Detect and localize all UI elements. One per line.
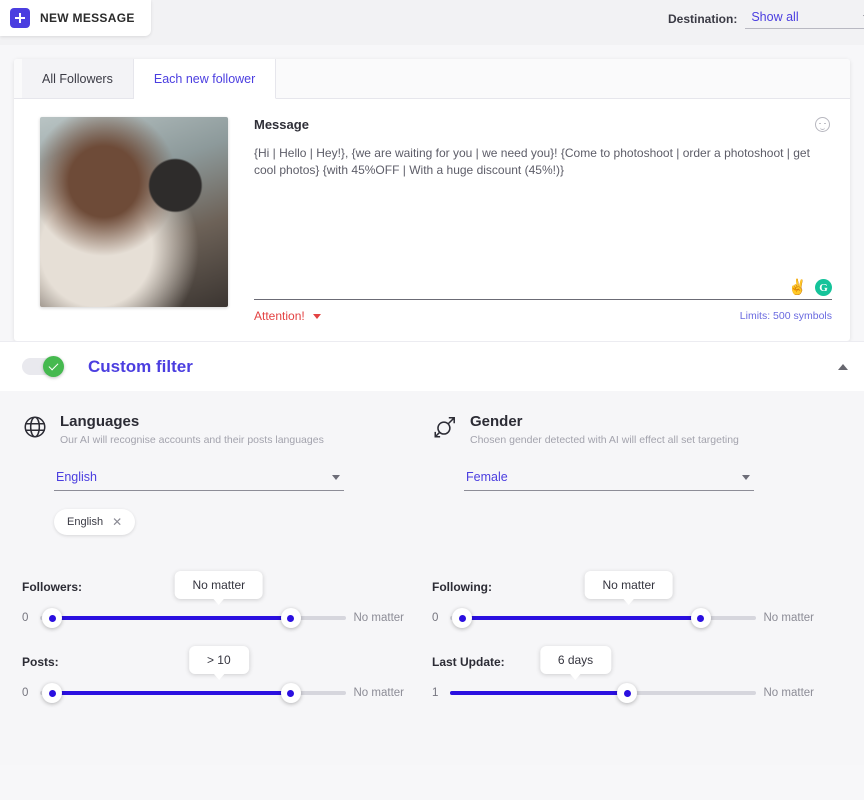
emoji-picker-icon[interactable] <box>815 117 830 132</box>
slider-min-label: 0 <box>22 612 29 624</box>
slider-label: Following: <box>432 580 492 594</box>
slider-grid: Followers: No matter 0 No matter Followi… <box>22 571 842 729</box>
limits-label: Limits: 500 symbols <box>739 310 832 322</box>
slider-label: Last Update: <box>432 655 505 669</box>
slider-max-label: No matter <box>353 612 405 624</box>
language-select[interactable]: English <box>54 468 344 491</box>
chevron-up-icon[interactable] <box>838 363 848 370</box>
chevron-down-icon <box>312 313 321 319</box>
slider-min-label: 0 <box>22 687 29 699</box>
gender-subtitle: Chosen gender detected with AI will effe… <box>470 434 739 446</box>
slider-followers: Followers: No matter 0 No matter <box>22 571 432 628</box>
message-label: Message <box>254 117 309 132</box>
slider-min-label: 0 <box>432 612 439 624</box>
custom-filter-toggle[interactable] <box>22 356 64 377</box>
slider-track[interactable] <box>450 608 756 628</box>
filter-columns: Languages Our AI will recognise accounts… <box>22 413 842 535</box>
slider-min-label: 1 <box>432 687 439 699</box>
language-chip[interactable]: English ✕ <box>54 509 136 535</box>
message-editor: Message {Hi | Hello | Hey!}, {we are wai… <box>254 117 832 323</box>
chevron-down-icon <box>332 474 340 480</box>
slider-bubble: > 10 <box>188 646 249 680</box>
slider-handle-max[interactable] <box>280 608 301 628</box>
slider-bubble: No matter <box>174 571 264 605</box>
destination-value: Show all <box>751 10 799 24</box>
languages-subtitle: Our AI will recognise accounts and their… <box>60 434 324 446</box>
language-chip-label: English <box>67 516 104 528</box>
grammarly-icon[interactable]: G <box>815 279 832 296</box>
destination-label: Destination: <box>668 11 738 26</box>
slider-posts: Posts: > 10 0 No matter <box>22 646 432 703</box>
message-tool-icons: ✌️ G <box>254 279 832 299</box>
slider-handle[interactable] <box>617 683 638 703</box>
slider-handle-max[interactable] <box>280 683 301 703</box>
languages-title: Languages <box>60 413 140 430</box>
slider-handle-max[interactable] <box>690 608 711 628</box>
hand-emoji-icon[interactable]: ✌️ <box>788 280 807 295</box>
slider-fill <box>52 616 291 620</box>
top-bar: NEW MESSAGE Destination: Show all <box>0 0 864 45</box>
custom-filter-panel: Languages Our AI will recognise accounts… <box>0 391 864 765</box>
message-textarea[interactable]: {Hi | Hello | Hey!}, {we are waiting for… <box>254 145 814 179</box>
message-card-body: Message {Hi | Hello | Hey!}, {we are wai… <box>14 99 850 341</box>
slider-fill <box>52 691 291 695</box>
slider-max-label: No matter <box>353 687 405 699</box>
new-message-button[interactable]: NEW MESSAGE <box>0 0 151 36</box>
toggle-check-icon <box>43 356 64 377</box>
slider-label: Followers: <box>22 580 83 594</box>
slider-max-label: No matter <box>763 687 815 699</box>
gender-section: Gender Chosen gender detected with AI wi… <box>432 413 842 535</box>
destination-select[interactable]: Show all <box>745 8 864 29</box>
language-chip-list: English ✕ <box>54 509 402 535</box>
chevron-down-icon <box>742 474 750 480</box>
custom-filter-title: Custom filter <box>88 356 193 376</box>
slider-bubble: 6 days <box>539 646 612 680</box>
attention-label: Attention! <box>254 309 305 323</box>
slider-last-update: Last Update: 6 days 1 No matter <box>432 646 842 703</box>
tab-each-new-follower[interactable]: Each new follower <box>133 59 277 99</box>
gender-select[interactable]: Female <box>464 468 754 491</box>
slider-track[interactable] <box>40 683 346 703</box>
slider-max-label: No matter <box>763 612 815 624</box>
new-message-label: NEW MESSAGE <box>40 11 135 25</box>
slider-handle-min[interactable] <box>42 683 63 703</box>
slider-label: Posts: <box>22 655 59 669</box>
plus-icon <box>10 8 30 28</box>
language-select-value: English <box>56 470 97 484</box>
slider-bubble: No matter <box>584 571 674 605</box>
slider-following: Following: No matter 0 No matter <box>432 571 842 628</box>
gender-title: Gender <box>470 413 523 430</box>
custom-filter-header: Custom filter <box>0 341 864 391</box>
slider-handle-min[interactable] <box>452 608 473 628</box>
slider-track[interactable] <box>40 608 346 628</box>
close-icon[interactable]: ✕ <box>112 515 122 529</box>
languages-section: Languages Our AI will recognise accounts… <box>22 413 432 535</box>
tab-all-followers[interactable]: All Followers <box>22 59 134 98</box>
message-image-thumbnail[interactable] <box>40 117 228 307</box>
globe-icon <box>22 414 48 440</box>
slider-handle-min[interactable] <box>42 608 63 628</box>
gender-icon <box>432 414 458 440</box>
slider-fill <box>462 616 701 620</box>
message-card: All Followers Each new follower Message … <box>14 59 850 341</box>
tab-bar: All Followers Each new follower <box>14 59 850 99</box>
attention-toggle[interactable]: Attention! <box>254 309 321 323</box>
slider-track[interactable] <box>450 683 756 703</box>
destination-control: Destination: Show all <box>668 0 864 29</box>
gender-select-value: Female <box>466 470 508 484</box>
slider-fill <box>450 691 628 695</box>
message-underline <box>254 299 832 300</box>
